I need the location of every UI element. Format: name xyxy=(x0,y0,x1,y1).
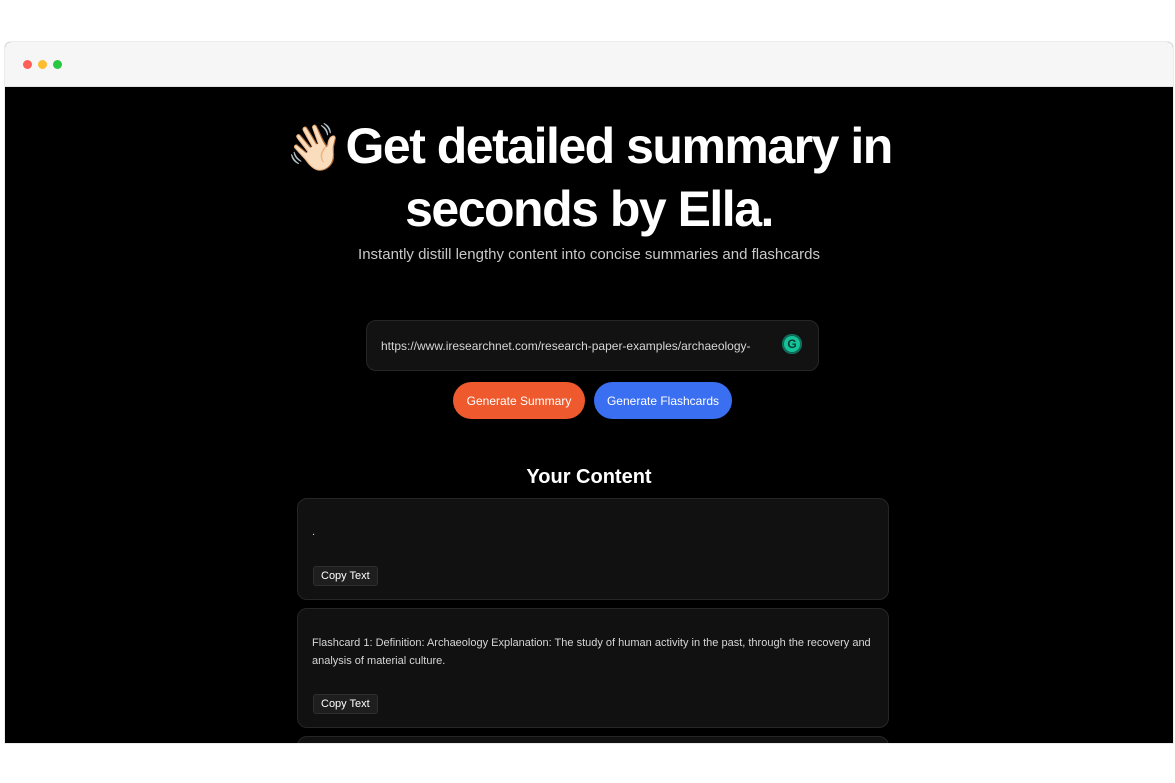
hero-title-line1: Get detailed summary in xyxy=(345,118,894,174)
maximize-window-button[interactable] xyxy=(53,60,62,69)
generate-flashcards-button[interactable]: Generate Flashcards xyxy=(594,382,732,419)
content-card: . Copy Text xyxy=(297,498,889,600)
grammarly-icon[interactable]: G xyxy=(782,334,802,354)
content-card: Flashcard 1: Definition: Archaeology Exp… xyxy=(297,608,889,728)
content-heading: Your Content xyxy=(526,466,652,488)
copy-text-button[interactable]: Copy Text xyxy=(313,566,378,586)
minimize-window-button[interactable] xyxy=(38,60,47,69)
card-text: . xyxy=(312,526,316,538)
copy-text-button[interactable]: Copy Text xyxy=(313,694,378,714)
content-card-partial xyxy=(297,736,889,743)
close-window-button[interactable] xyxy=(23,60,32,69)
hero-subtitle: Instantly distill lengthy content into c… xyxy=(358,246,820,263)
waving-hand-icon: 👋🏻 xyxy=(286,121,344,173)
window-titlebar xyxy=(5,42,1173,87)
url-input[interactable] xyxy=(381,336,761,356)
page-content: 👋🏻Get detailed summary in seconds by Ell… xyxy=(5,87,1173,743)
url-input-container: G xyxy=(366,320,819,371)
hero-title: 👋🏻Get detailed summary in seconds by Ell… xyxy=(5,115,1173,240)
browser-window: 👋🏻Get detailed summary in seconds by Ell… xyxy=(5,42,1173,743)
card-text: Flashcard 1: Definition: Archaeology Exp… xyxy=(312,637,871,667)
hero-title-line2: seconds by Ella. xyxy=(405,181,774,237)
generate-summary-button[interactable]: Generate Summary xyxy=(453,382,585,419)
